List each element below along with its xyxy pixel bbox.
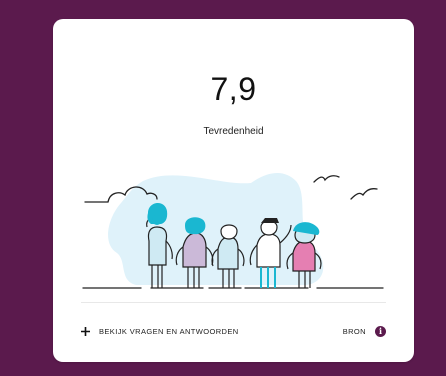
- satisfaction-card: 7,9 Tevredenheid BEKIJK VRAGEN EN ANTWOO…: [53, 19, 414, 362]
- view-questions-answers-label: BEKIJK VRAGEN EN ANTWOORDEN: [99, 326, 239, 336]
- source-label: BRON: [342, 326, 366, 336]
- divider: [81, 302, 386, 303]
- plus-icon: [81, 326, 90, 336]
- score-label: Tevredenheid: [203, 126, 264, 137]
- info-icon[interactable]: i: [375, 325, 386, 337]
- view-questions-answers-link[interactable]: BEKIJK VRAGEN EN ANTWOORDEN: [81, 326, 239, 336]
- page-background: 7,9 Tevredenheid BEKIJK VRAGEN EN ANTWOO…: [0, 0, 446, 376]
- bird-shape: [313, 175, 340, 183]
- source-link[interactable]: BRON i: [342, 325, 386, 337]
- score-value: 7,9: [210, 71, 257, 107]
- crowd-illustration: [82, 173, 384, 289]
- bird-shape: [350, 188, 378, 200]
- card-footer: BEKIJK VRAGEN EN ANTWOORDEN BRON i: [81, 321, 386, 341]
